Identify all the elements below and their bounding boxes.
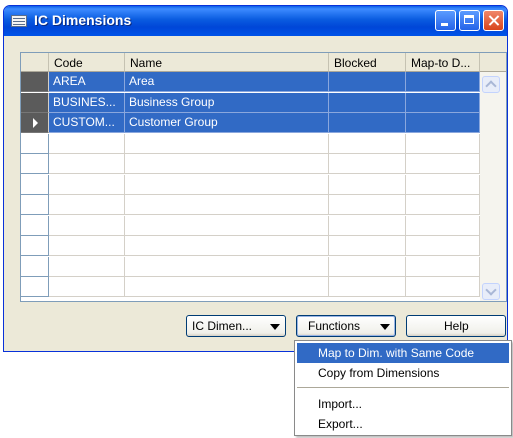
- cell-map-to[interactable]: [406, 277, 480, 297]
- vertical-scrollbar[interactable]: [480, 72, 506, 301]
- cell-blocked[interactable]: [329, 154, 406, 174]
- cell-name[interactable]: [125, 154, 329, 174]
- cell-name[interactable]: [125, 256, 329, 277]
- header-filler: [480, 53, 506, 72]
- row-selector-header: [21, 53, 49, 72]
- cell-map-to[interactable]: [406, 113, 480, 133]
- functions-menu-button[interactable]: Functions: [296, 315, 396, 337]
- cell-blocked[interactable]: [329, 215, 406, 236]
- cell-name[interactable]: [125, 133, 329, 154]
- ic-dimension-menu-button[interactable]: IC Dimen...: [186, 315, 286, 337]
- cell-map-to[interactable]: [406, 92, 480, 113]
- ic-dimension-button-label: IC Dimen...: [192, 319, 253, 333]
- cell-code[interactable]: [49, 174, 125, 195]
- close-button[interactable]: [483, 10, 504, 31]
- cell-code[interactable]: [49, 215, 125, 236]
- row-selector[interactable]: [21, 133, 49, 154]
- window-title: IC Dimensions: [34, 12, 132, 28]
- column-header-code[interactable]: Code: [49, 53, 125, 72]
- cell-code[interactable]: CUSTOM...: [49, 113, 125, 133]
- menu-item-copy-from-dimensions[interactable]: Copy from Dimensions: [297, 363, 509, 383]
- cell-code[interactable]: AREA: [49, 72, 125, 92]
- scroll-down-button[interactable]: [482, 283, 500, 300]
- cell-map-to[interactable]: [406, 256, 480, 277]
- dimensions-grid[interactable]: Code Name Blocked Map-to D... AREA Area BU…: [20, 52, 507, 302]
- row-selector[interactable]: [21, 113, 49, 133]
- row-selector[interactable]: [21, 277, 49, 297]
- scroll-up-button[interactable]: [482, 76, 500, 93]
- help-button-label: Help: [444, 319, 469, 333]
- row-selector[interactable]: [21, 174, 49, 195]
- row-selector[interactable]: [21, 195, 49, 215]
- menu-separator: [297, 387, 509, 388]
- minimize-button[interactable]: [435, 10, 456, 31]
- row-selector[interactable]: [21, 236, 49, 256]
- row-selector[interactable]: [21, 215, 49, 236]
- dropdown-arrow-icon: [380, 324, 390, 330]
- cell-name[interactable]: Customer Group: [125, 113, 329, 133]
- cell-blocked[interactable]: [329, 133, 406, 154]
- cell-name[interactable]: [125, 174, 329, 195]
- row-selector[interactable]: [21, 256, 49, 277]
- column-header-blocked[interactable]: Blocked: [329, 53, 406, 72]
- cell-blocked[interactable]: [329, 72, 406, 92]
- cell-map-to[interactable]: [406, 133, 480, 154]
- dropdown-arrow-icon: [270, 324, 280, 330]
- cell-blocked[interactable]: [329, 256, 406, 277]
- functions-dropdown-menu: Map to Dim. with Same Code Copy from Dim…: [294, 340, 512, 436]
- cell-blocked[interactable]: [329, 113, 406, 133]
- current-row-arrow-icon: [33, 118, 38, 128]
- menu-item-map-to-dim[interactable]: Map to Dim. with Same Code: [297, 343, 509, 363]
- cell-blocked[interactable]: [329, 277, 406, 297]
- cell-map-to[interactable]: [406, 154, 480, 174]
- cell-map-to[interactable]: [406, 215, 480, 236]
- column-header-name[interactable]: Name: [125, 53, 329, 72]
- column-header-map-to[interactable]: Map-to D...: [406, 53, 480, 72]
- cell-blocked[interactable]: [329, 236, 406, 256]
- help-button[interactable]: Help: [406, 315, 506, 337]
- cell-name[interactable]: [125, 195, 329, 215]
- cell-map-to[interactable]: [406, 72, 480, 92]
- cell-code[interactable]: [49, 133, 125, 154]
- table-icon: [11, 15, 27, 27]
- cell-map-to[interactable]: [406, 236, 480, 256]
- cell-map-to[interactable]: [406, 195, 480, 215]
- row-selector[interactable]: [21, 92, 49, 113]
- cell-name[interactable]: [125, 215, 329, 236]
- cell-code[interactable]: [49, 154, 125, 174]
- menu-item-import[interactable]: Import...: [297, 394, 509, 414]
- cell-blocked[interactable]: [329, 92, 406, 113]
- cell-code[interactable]: [49, 236, 125, 256]
- cell-map-to[interactable]: [406, 174, 480, 195]
- cell-name[interactable]: Area: [125, 72, 329, 92]
- cell-blocked[interactable]: [329, 174, 406, 195]
- cell-code[interactable]: [49, 277, 125, 297]
- cell-name[interactable]: Business Group: [125, 92, 329, 113]
- row-selector[interactable]: [21, 72, 49, 92]
- cell-blocked[interactable]: [329, 195, 406, 215]
- cell-code[interactable]: [49, 195, 125, 215]
- title-bar[interactable]: IC Dimensions: [4, 6, 507, 36]
- cell-name[interactable]: [125, 236, 329, 256]
- cell-code[interactable]: [49, 256, 125, 277]
- row-selector[interactable]: [21, 154, 49, 174]
- cell-name[interactable]: [125, 277, 329, 297]
- menu-item-export[interactable]: Export...: [297, 414, 509, 434]
- cell-code[interactable]: BUSINES...: [49, 92, 125, 113]
- functions-button-label: Functions: [308, 319, 361, 333]
- maximize-button[interactable]: [459, 10, 480, 31]
